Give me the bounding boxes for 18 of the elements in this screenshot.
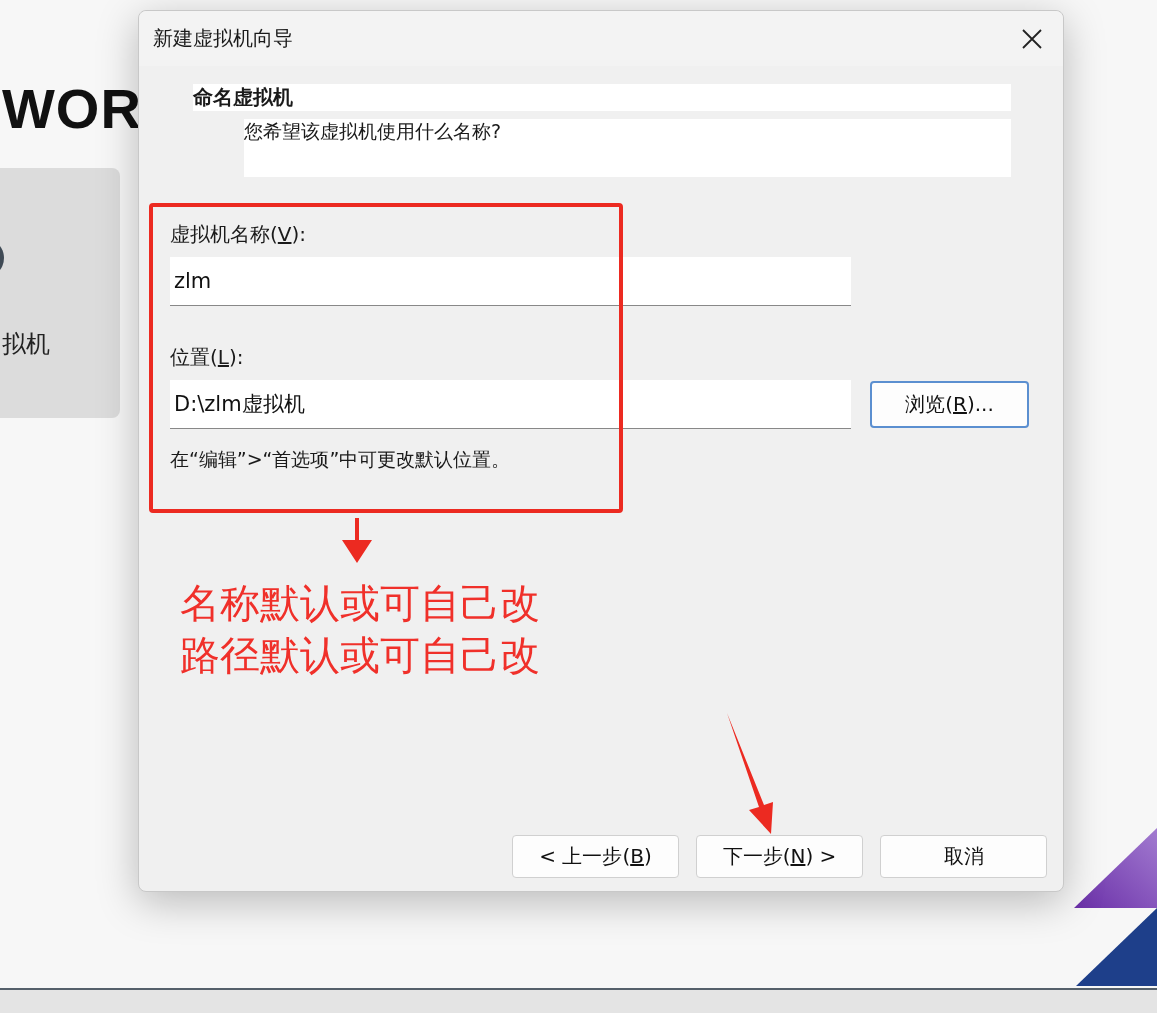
field-label: 虚拟机名称(V):: [170, 221, 308, 248]
page-subtitle: 您希望该虚拟机使用什么名称?: [244, 119, 1011, 177]
location-field[interactable]: D:\zlm虚拟机: [170, 380, 851, 429]
window-title: 新建虚拟机向导: [153, 25, 293, 52]
wizard-button[interactable]: 下一步(N) >: [696, 835, 863, 878]
field-label: 位置(L):: [170, 344, 245, 371]
arrow-icon: [341, 518, 373, 564]
wizard-button[interactable]: < 上一步(B): [512, 835, 679, 878]
browse-button[interactable]: 浏览(R)...: [870, 381, 1029, 428]
wizard-button[interactable]: 取消: [880, 835, 1047, 878]
annotation-text: 路径默认或可自己改: [180, 631, 540, 680]
logo-text: WOR: [2, 76, 142, 141]
page-title: 命名虚拟机: [193, 84, 1011, 111]
close-icon[interactable]: [1021, 27, 1043, 50]
hint-text: 在“编辑”>“首选项”中可更改默认位置。: [170, 447, 512, 472]
name-field[interactable]: zlm: [170, 257, 851, 306]
annotation-text: 名称默认或可自己改: [180, 579, 540, 628]
card-label: 拟机: [2, 329, 50, 360]
